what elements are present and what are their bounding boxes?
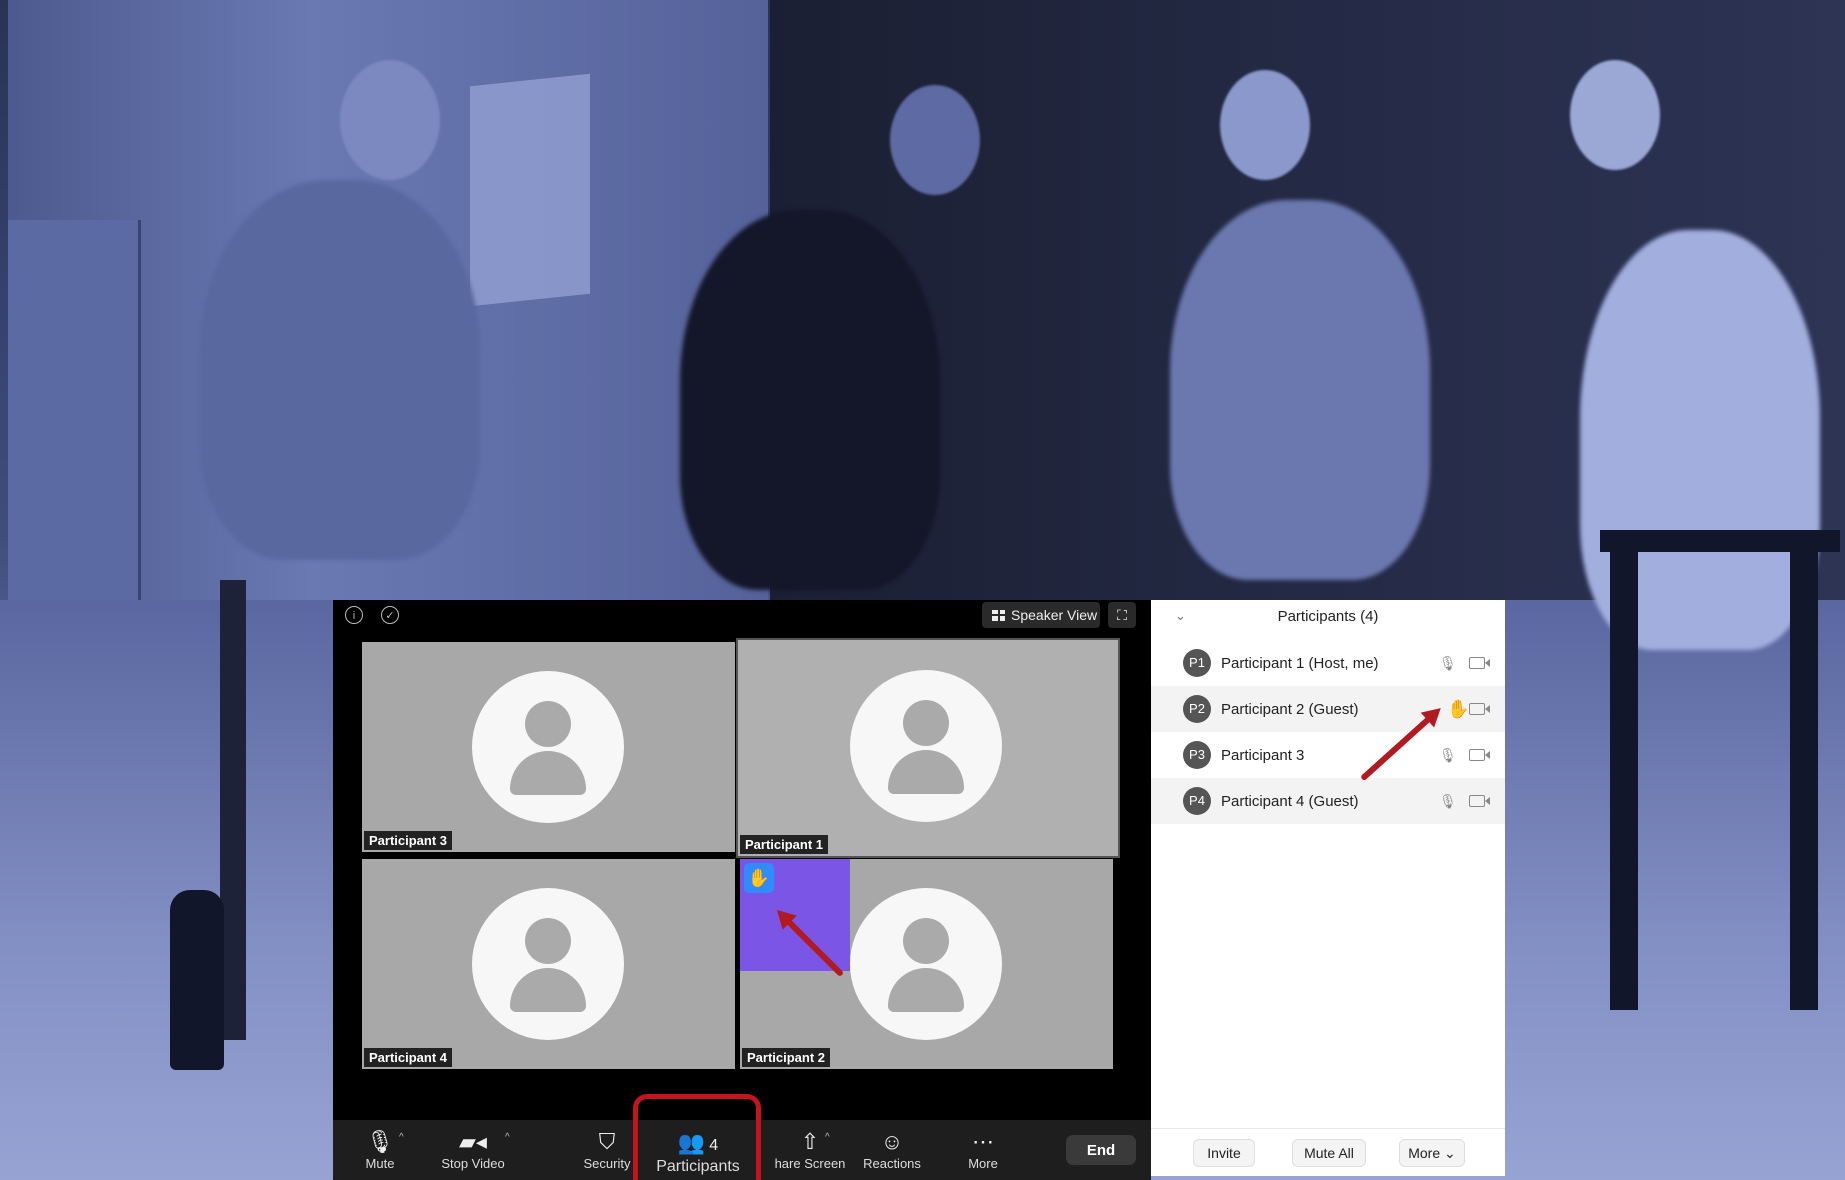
mute-button[interactable]: 🎙 Mute ^ xyxy=(355,1128,405,1171)
meeting-window: i ✓ Speaker View ⛶ Participant 3 Partici… xyxy=(333,600,1151,1180)
shield-icon: ⛉ xyxy=(598,1129,616,1154)
video-tile[interactable]: Participant 4 xyxy=(362,859,735,1069)
participant-name: Participant 4 (Guest) xyxy=(1221,792,1359,810)
raised-hand-icon[interactable]: ✋ xyxy=(1447,699,1469,720)
microphone-icon: 🎙 xyxy=(366,1129,394,1154)
stop-video-button[interactable]: ▰◂ Stop Video ^ xyxy=(433,1128,513,1171)
more-label: More xyxy=(968,1156,998,1171)
chevron-down-icon: ⌄ xyxy=(1444,1144,1456,1161)
fullscreen-icon[interactable]: ⛶ xyxy=(1108,602,1136,628)
panel-title: Participants (4) xyxy=(1277,608,1379,625)
security-button[interactable]: ⛉ Security xyxy=(576,1128,638,1171)
ellipsis-icon: ⋯ xyxy=(972,1129,994,1154)
avatar xyxy=(850,888,1002,1040)
reactions-label: Reactions xyxy=(863,1156,921,1171)
avatar xyxy=(472,888,624,1040)
tile-name: Participant 4 xyxy=(364,1048,453,1067)
info-icon[interactable]: i xyxy=(345,606,363,624)
avatar: P2 xyxy=(1183,695,1211,723)
emoji-plus-icon: ☺ xyxy=(880,1129,904,1154)
panel-header: ⌄ Participants (4) xyxy=(1151,600,1505,634)
tile-name: Participant 1 xyxy=(740,835,829,854)
video-camera-icon[interactable] xyxy=(1469,795,1490,807)
panel-more-button[interactable]: More ⌄ xyxy=(1399,1139,1465,1167)
speaker-view-button[interactable]: Speaker View xyxy=(982,602,1100,628)
panel-footer: Invite Mute All More ⌄ xyxy=(1151,1128,1505,1177)
reactions-button[interactable]: ☺ Reactions xyxy=(857,1128,927,1171)
microphone-icon[interactable]: 🎙 xyxy=(1439,747,1457,764)
mute-label: Mute xyxy=(365,1156,395,1171)
invite-button[interactable]: Invite xyxy=(1193,1139,1255,1167)
video-camera-icon[interactable] xyxy=(1469,703,1490,715)
chevron-up-icon[interactable]: ^ xyxy=(399,1132,404,1143)
grid-icon xyxy=(992,609,1005,621)
video-tile-active[interactable]: Participant 1 xyxy=(736,638,1120,858)
end-meeting-button[interactable]: End xyxy=(1066,1135,1136,1165)
avatar xyxy=(472,671,624,823)
tile-name: Participant 3 xyxy=(364,831,453,850)
shield-check-icon[interactable]: ✓ xyxy=(381,606,399,624)
avatar: P4 xyxy=(1183,787,1211,815)
microphone-icon[interactable]: 🎙 xyxy=(1439,655,1457,672)
participants-highlight-box xyxy=(633,1094,761,1180)
participant-row[interactable]: P3 Participant 3 🎙 xyxy=(1151,732,1505,778)
share-screen-label: hare Screen xyxy=(774,1156,846,1171)
chevron-up-icon[interactable]: ^ xyxy=(825,1132,830,1143)
participant-row[interactable]: P2 Participant 2 (Guest) ✋ xyxy=(1151,686,1505,732)
video-tile[interactable]: Participant 3 xyxy=(362,642,735,852)
share-screen-icon: ⇧ xyxy=(800,1129,820,1154)
speaker-view-label: Speaker View xyxy=(1011,607,1098,623)
chevron-up-icon[interactable]: ^ xyxy=(505,1132,510,1143)
video-camera-icon[interactable] xyxy=(1469,657,1490,669)
avatar: P3 xyxy=(1183,741,1211,769)
stop-video-label: Stop Video xyxy=(441,1156,505,1171)
avatar xyxy=(850,670,1002,822)
participant-row[interactable]: P4 Participant 4 (Guest) 🎙 xyxy=(1151,778,1505,824)
meeting-topbar: i ✓ Speaker View ⛶ xyxy=(333,600,1151,630)
tile-name: Participant 2 xyxy=(742,1048,831,1067)
participant-name: Participant 2 (Guest) xyxy=(1221,700,1359,718)
mute-all-button[interactable]: Mute All xyxy=(1292,1139,1366,1167)
participant-name: Participant 3 xyxy=(1221,746,1305,764)
share-screen-button[interactable]: ⇧ hare Screen ^ xyxy=(765,1128,855,1171)
panel-more-label: More xyxy=(1408,1144,1441,1161)
security-label: Security xyxy=(583,1156,631,1171)
participant-row[interactable]: P1 Participant 1 (Host, me) 🎙 xyxy=(1151,640,1505,686)
avatar: P1 xyxy=(1183,649,1211,677)
video-tile-raised-hand[interactable]: ✋ Participant 2 xyxy=(740,859,1113,1069)
video-camera-icon[interactable] xyxy=(1469,749,1490,761)
more-button[interactable]: ⋯ More xyxy=(958,1128,1008,1171)
raised-hand-icon: ✋ xyxy=(744,863,774,893)
video-camera-icon: ▰◂ xyxy=(459,1129,487,1154)
participants-panel: ⌄ Participants (4) P1 Participant 1 (Hos… xyxy=(1151,600,1505,1176)
microphone-icon[interactable]: 🎙 xyxy=(1439,793,1457,810)
participant-name: Participant 1 (Host, me) xyxy=(1221,654,1379,672)
